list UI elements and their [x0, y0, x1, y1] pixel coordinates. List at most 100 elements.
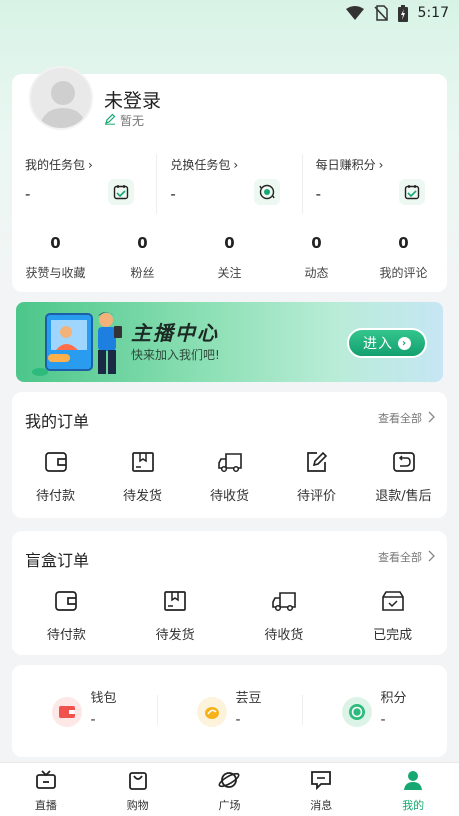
nav-label: 广场: [218, 799, 241, 812]
calendar-check-icon: [108, 179, 135, 205]
avatar[interactable]: [29, 66, 93, 130]
nav-messages[interactable]: 消息: [275, 763, 367, 816]
blind-pending-payment[interactable]: 待付款: [12, 589, 121, 643]
stat-label: 关注: [217, 266, 242, 280]
nav-mine[interactable]: 我的: [367, 763, 459, 816]
nav-label: 购物: [126, 799, 149, 812]
stat-likes[interactable]: 0 获赞与收藏: [12, 234, 99, 281]
stat-following[interactable]: 0 关注: [186, 234, 273, 281]
view-all-label: 查看全部: [378, 551, 422, 564]
order-label: 待评价: [296, 489, 336, 504]
view-all-link[interactable]: 查看全部: [378, 410, 435, 426]
assets-card: 钱包 - 芸豆 - 积分 -: [12, 665, 447, 757]
enter-button[interactable]: 进入 ›: [347, 328, 427, 358]
task-label: 每日赚积分: [315, 158, 376, 172]
streamer-illustration: [26, 306, 126, 382]
wallet-icon: [12, 450, 99, 474]
stat-value: 0: [137, 234, 148, 252]
stat-comments[interactable]: 0 我的评论: [360, 234, 447, 281]
task-daily-points[interactable]: 每日赚积分 › -: [301, 154, 447, 214]
chevron-right-icon: ›: [88, 157, 93, 172]
blind-pending-shipment[interactable]: 待发货: [121, 589, 230, 643]
wallet-icon: [52, 697, 83, 727]
banner-subtitle: 快来加入我们吧!: [131, 348, 220, 362]
asset-beans[interactable]: 芸豆 -: [157, 687, 302, 728]
stat-label: 获赞与收藏: [25, 266, 86, 280]
section-title: 我的订单: [25, 412, 90, 431]
user-signature[interactable]: 暂无: [104, 112, 144, 129]
stat-fans[interactable]: 0 粉丝: [99, 234, 186, 281]
calendar-check-icon: [398, 179, 425, 205]
chevron-right-icon: [428, 411, 435, 426]
username[interactable]: 未登录: [104, 86, 161, 113]
task-value: -: [170, 185, 176, 203]
chevron-right-icon: [428, 550, 435, 565]
bottom-nav: 直播 购物 广场 消息 我的: [0, 762, 459, 816]
tv-icon: [35, 770, 57, 794]
blind-pending-receipt[interactable]: 待收货: [230, 589, 339, 643]
blind-completed[interactable]: 已完成: [338, 589, 447, 643]
order-pending-review[interactable]: 待评价: [273, 450, 360, 504]
user-signature-text: 暂无: [120, 114, 145, 128]
stat-posts[interactable]: 0 动态: [273, 234, 360, 281]
my-orders-card: 我的订单 查看全部 待付款 待发货 待收货 待评价 退款/售后: [12, 392, 447, 518]
nav-plaza[interactable]: 广场: [184, 763, 276, 816]
order-pending-payment[interactable]: 待付款: [12, 450, 99, 504]
anchor-center-banner[interactable]: 主播中心 快来加入我们吧! 进入 ›: [16, 302, 443, 382]
assets-row: 钱包 - 芸豆 - 积分 -: [12, 687, 447, 728]
truck-icon: [230, 589, 339, 613]
asset-value: -: [235, 712, 241, 728]
shopping-bag-icon: [127, 770, 149, 794]
task-my-package[interactable]: 我的任务包 › -: [12, 154, 156, 214]
message-icon: [310, 770, 332, 794]
asset-value: -: [90, 712, 96, 728]
order-items: 待付款 待发货 待收货 待评价 退款/售后: [12, 450, 447, 504]
asset-wallet[interactable]: 钱包 -: [12, 687, 157, 728]
stat-label: 动态: [304, 266, 329, 280]
order-pending-receipt[interactable]: 待收货: [186, 450, 273, 504]
profile-card: 未登录 暂无 我的任务包 › - 兑换任务包 › - 每日赚积分 › - 0 获…: [12, 66, 447, 292]
order-label: 待收货: [264, 628, 304, 643]
no-sim-icon: [373, 5, 388, 21]
order-label: 退款/售后: [375, 489, 432, 504]
nav-label: 消息: [310, 799, 333, 812]
nav-label: 我的: [402, 799, 425, 812]
status-time: 5:17: [417, 5, 449, 21]
task-value: -: [315, 185, 322, 203]
enter-button-label: 进入: [363, 336, 393, 352]
task-row: 我的任务包 › - 兑换任务包 › - 每日赚积分 › -: [12, 154, 447, 214]
stats-row: 0 获赞与收藏 0 粉丝 0 关注 0 动态 0 我的评论: [12, 234, 447, 281]
pencil-icon: [104, 113, 116, 128]
bean-icon: [197, 697, 228, 727]
wifi-icon: [345, 6, 364, 20]
truck-icon: [186, 450, 273, 474]
order-label: 待发货: [155, 628, 195, 643]
order-label: 待付款: [35, 489, 75, 504]
stat-value: 0: [398, 234, 409, 252]
section-title: 盲盒订单: [25, 551, 90, 570]
person-icon: [402, 770, 424, 794]
box-icon: [99, 450, 186, 474]
order-refund[interactable]: 退款/售后: [360, 450, 447, 504]
chevron-right-icon: ›: [233, 157, 239, 172]
arrow-right-icon: ›: [398, 336, 411, 350]
edit-icon: [273, 450, 360, 474]
refund-icon: [360, 450, 447, 474]
order-label: 待付款: [46, 628, 86, 643]
blind-box-orders-card: 盲盒订单 查看全部 待付款 待发货 待收货 已完成: [12, 531, 447, 655]
nav-shopping[interactable]: 购物: [92, 763, 184, 816]
nav-live[interactable]: 直播: [0, 763, 92, 816]
asset-label: 钱包: [90, 691, 117, 706]
order-pending-shipment[interactable]: 待发货: [99, 450, 186, 504]
asset-points[interactable]: 积分 -: [302, 687, 447, 728]
stat-value: 0: [224, 234, 235, 252]
points-icon: [342, 697, 373, 727]
view-all-link[interactable]: 查看全部: [378, 549, 435, 565]
stat-label: 粉丝: [130, 266, 155, 280]
stat-label: 我的评论: [379, 266, 428, 280]
stat-value: 0: [311, 234, 322, 252]
order-label: 已完成: [373, 628, 413, 643]
task-exchange-package[interactable]: 兑换任务包 › -: [156, 154, 301, 214]
asset-label: 芸豆: [235, 691, 262, 706]
battery-icon: [397, 4, 408, 22]
